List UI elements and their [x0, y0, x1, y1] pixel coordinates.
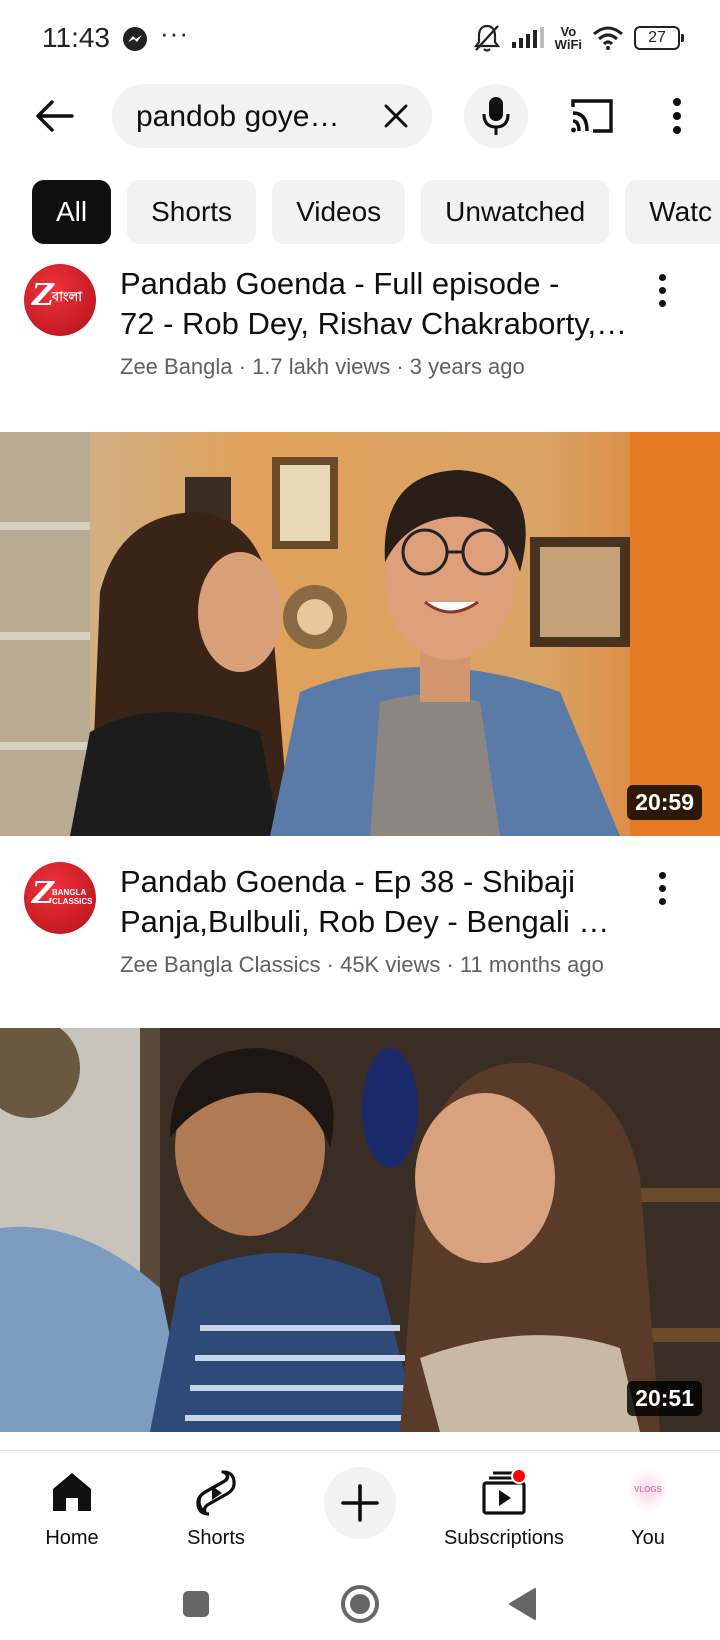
back-button[interactable] [28, 90, 80, 142]
more-options-button[interactable] [660, 90, 694, 142]
back-system-button[interactable] [500, 1582, 544, 1626]
chip-watched[interactable]: Watc [625, 180, 720, 244]
signal-icon [511, 27, 544, 48]
video-thumbnail[interactable]: 20:59 [0, 432, 720, 836]
voice-search-button[interactable] [464, 84, 528, 148]
messenger-icon [123, 27, 147, 51]
video-meta: Zee Bangla · 1.7 lakh views · 3 years ag… [120, 354, 525, 379]
home-icon [53, 1473, 91, 1511]
status-time: 11:43 [42, 22, 110, 53]
video-title[interactable]: Pandab Goenda - Ep 38 - Shibaji Panja,Bu… [120, 862, 628, 942]
nav-subscriptions[interactable]: Subscriptions [424, 1461, 584, 1557]
back-arrow-icon [36, 100, 74, 132]
microphone-icon [482, 97, 510, 135]
filter-chips: All Shorts Videos Unwatched Watc [32, 180, 720, 244]
nav-home[interactable]: Home [0, 1461, 152, 1557]
back-triangle-icon [509, 1588, 536, 1620]
thumbnail-image [0, 432, 720, 836]
channel-avatar[interactable]: Z BANGLA CLASSICS [24, 862, 96, 934]
status-more-dots: ··· [160, 18, 189, 48]
subscriptions-icon [482, 1469, 527, 1515]
cast-icon [571, 99, 613, 133]
video-result-2[interactable]: Z BANGLA CLASSICS Pandab Goenda - Ep 38 … [0, 862, 720, 992]
video-duration: 20:59 [627, 785, 702, 820]
wifi-icon [593, 26, 623, 50]
system-navigation-bar [0, 1566, 720, 1640]
chip-shorts[interactable]: Shorts [127, 180, 257, 244]
thumbnail-image [0, 1028, 720, 1432]
recents-button[interactable] [174, 1582, 218, 1626]
close-icon [384, 104, 408, 128]
vowifi-indicator: Vo WiFi [554, 24, 582, 52]
nav-you[interactable]: VLOGS You [568, 1461, 720, 1557]
video-title[interactable]: Pandab Goenda - Full episode - 72 - Rob … [120, 264, 628, 344]
plus-icon [341, 1484, 379, 1522]
video-duration: 20:51 [627, 1381, 702, 1416]
nav-shorts[interactable]: Shorts [136, 1461, 296, 1557]
profile-avatar: VLOGS [627, 1469, 669, 1511]
shorts-icon [196, 1470, 236, 1516]
video-result-1[interactable]: Z বাংলা Pandab Goenda - Full episode - 7… [0, 264, 720, 394]
bell-muted-icon [473, 24, 500, 52]
home-circle-icon [341, 1585, 379, 1623]
channel-avatar[interactable]: Z বাংলা [24, 264, 96, 336]
video-thumbnail[interactable]: 20:51 [0, 1028, 720, 1432]
video-meta: Zee Bangla Classics · 45K views · 11 mon… [120, 952, 604, 977]
create-button[interactable] [324, 1467, 396, 1539]
chip-all[interactable]: All [32, 180, 112, 244]
status-bar: 11:43 ··· Vo WiFi 27 [0, 0, 720, 78]
home-system-button[interactable] [338, 1582, 382, 1626]
bottom-navigation: Home Shorts Subscriptions VLOGS You [0, 1450, 720, 1566]
search-input[interactable]: pandob goye… [112, 84, 432, 148]
chip-unwatched[interactable]: Unwatched [421, 180, 610, 244]
search-header: pandob goye… [0, 80, 720, 152]
status-icons: Vo WiFi 27 [473, 20, 684, 56]
search-query-text: pandob goye… [136, 100, 340, 133]
video-menu-button[interactable] [644, 868, 680, 908]
chip-videos[interactable]: Videos [272, 180, 406, 244]
cast-button[interactable] [566, 90, 618, 142]
recents-icon [183, 1591, 209, 1617]
battery-indicator: 27 [634, 26, 684, 50]
video-menu-button[interactable] [644, 270, 680, 310]
clear-search-button[interactable] [376, 96, 416, 136]
more-vert-icon [673, 98, 681, 134]
